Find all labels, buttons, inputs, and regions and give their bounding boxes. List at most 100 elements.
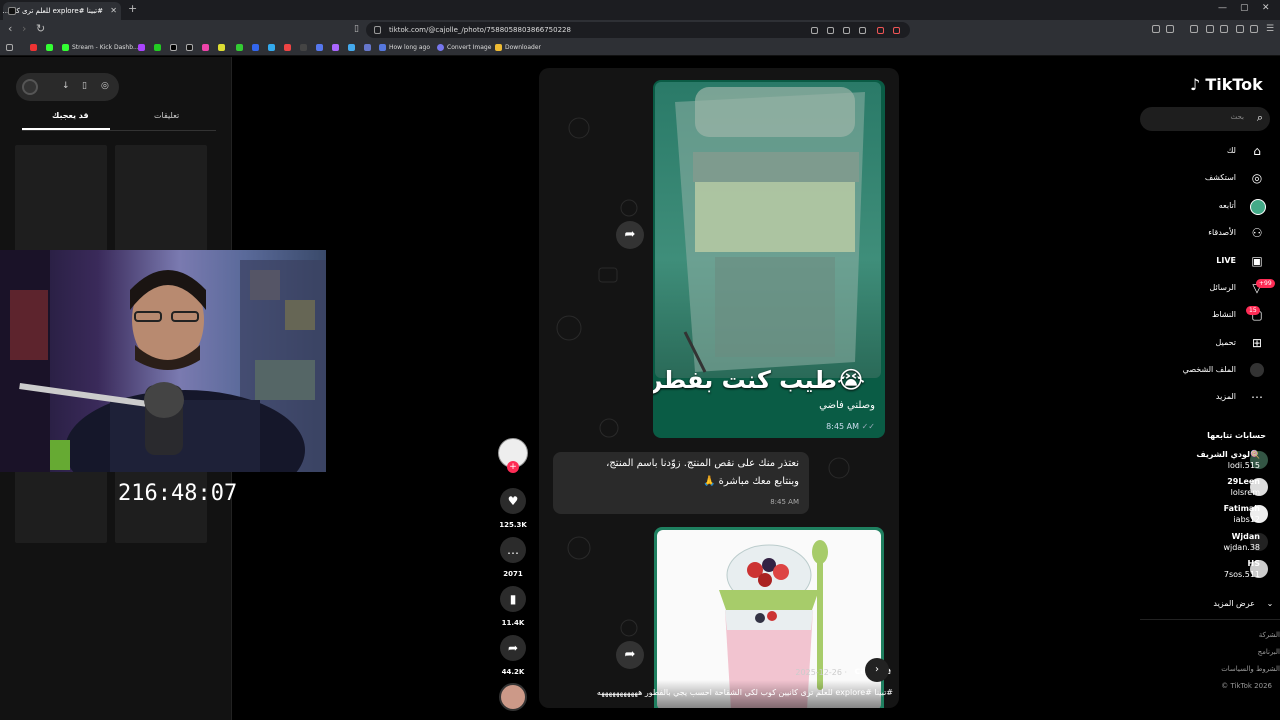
cast-icon[interactable] <box>843 27 850 34</box>
new-tab-icon[interactable]: + <box>128 2 137 15</box>
vpn-icon[interactable] <box>1250 25 1258 33</box>
follow-plus-icon[interactable]: + <box>507 461 519 473</box>
nav-live[interactable]: LIVE <box>1216 256 1236 265</box>
cup-image <box>675 87 865 373</box>
comment-button[interactable]: … 2071 <box>497 537 529 578</box>
close-tab-icon[interactable]: ✕ <box>110 2 117 20</box>
compass-icon[interactable]: ◎ <box>101 81 109 91</box>
bookmark-favicon-icon[interactable] <box>268 44 275 51</box>
forward-icon[interactable]: › <box>22 22 26 35</box>
bookmark-favicon-icon[interactable] <box>364 44 371 51</box>
bookmark-icon[interactable]: ▯ <box>354 24 359 34</box>
wallet-icon[interactable] <box>1220 25 1228 33</box>
bookmark-favicon-icon[interactable] <box>348 44 355 51</box>
address-bar[interactable]: tiktok.com/@cajolle_/photo/7588058803866… <box>366 22 910 38</box>
following-item[interactable]: HS 7sos.511 <box>1180 558 1260 580</box>
following-item[interactable]: لودي الشريف🍭 lodi.515 <box>1180 449 1260 471</box>
tab-you-may-like[interactable]: قد يعجبك <box>52 111 89 120</box>
nav-for-you[interactable]: لك <box>1227 146 1236 155</box>
save-count: 11.4K <box>501 619 525 627</box>
avatar[interactable] <box>22 79 38 95</box>
minimize-icon[interactable]: — <box>1218 3 1227 13</box>
snapchat-icon[interactable] <box>218 44 225 51</box>
expand-caption-icon[interactable]: › <box>865 658 889 682</box>
footer-program[interactable]: البرنامج <box>1258 648 1280 656</box>
bookmark-favicon-icon[interactable] <box>46 44 53 51</box>
photo-post[interactable]: طيب كنت بفطر😭 وصلني فاضي 8:45 AM ✓✓ ➦ نع… <box>539 68 899 708</box>
phone-icon[interactable]: ▯ <box>82 81 87 91</box>
search-box[interactable]: بحث ⌕ <box>1140 107 1270 131</box>
bookmark-how-long-ago[interactable]: How long ago <box>389 43 430 53</box>
messages-badge: +99 <box>1256 279 1275 288</box>
nav-messages[interactable]: الرسائل <box>1210 283 1237 292</box>
tiktok-icon[interactable] <box>186 44 193 51</box>
sound-avatar[interactable] <box>497 683 529 711</box>
nav-following[interactable]: أتابعه <box>1219 201 1236 210</box>
tab-comments[interactable]: تعليقات <box>154 111 179 120</box>
sidebar-toggle-icon[interactable] <box>1206 25 1214 33</box>
nav-upload[interactable]: تحميل <box>1216 338 1237 347</box>
browser-tab[interactable]: #تبينا #explore للعلم ترى كان... ✕ <box>3 2 121 20</box>
share-icon[interactable] <box>859 27 866 34</box>
forward-icon[interactable]: ➦ <box>616 641 644 669</box>
like-button[interactable]: ♥ 125.3K <box>497 488 529 529</box>
nav-friends[interactable]: الأصدقاء <box>1208 228 1236 237</box>
bookmark-convert-image[interactable]: Convert Image <box>447 43 491 53</box>
comment-icon: … <box>500 537 526 563</box>
bookmark-favicon-icon[interactable] <box>332 44 339 51</box>
nav-activity[interactable]: النشاط <box>1212 310 1236 319</box>
brave-shield-icon[interactable] <box>877 27 884 34</box>
download-icon[interactable]: ↓ <box>62 81 70 91</box>
bookmark-favicon-icon[interactable] <box>284 44 291 51</box>
ai-icon[interactable] <box>1236 25 1244 33</box>
zoom-icon[interactable] <box>827 27 834 34</box>
maximize-icon[interactable]: ▢ <box>1240 3 1249 13</box>
apps-icon[interactable] <box>6 44 13 51</box>
music-disc-icon[interactable] <box>499 683 527 711</box>
close-window-icon[interactable]: ✕ <box>1262 3 1270 13</box>
product-photo[interactable] <box>655 82 881 378</box>
see-more-button[interactable]: عرض المزيد ⌄ <box>1190 591 1280 608</box>
bookmark-favicon-icon[interactable] <box>316 44 323 51</box>
following-item[interactable]: Fatimah iabs12 <box>1180 503 1260 525</box>
bookmark-favicon-icon[interactable] <box>236 44 243 51</box>
product-listing-photo[interactable] <box>657 530 881 708</box>
browser-tab-bar: #تبينا #explore للعلم ترى كان... ✕ + — ▢… <box>0 0 1280 20</box>
bookmark-favicon-icon[interactable] <box>252 44 259 51</box>
back-icon[interactable]: ‹ <box>8 22 12 35</box>
rewards-icon[interactable] <box>893 27 900 34</box>
chat-bubble-sent: طيب كنت بفطر😭 وصلني فاضي 8:45 AM ✓✓ <box>653 80 885 438</box>
tiktok-logo[interactable]: ♪ TikTok <box>1190 75 1263 94</box>
nav-explore[interactable]: استكشف <box>1205 173 1236 182</box>
following-item[interactable]: Wjdan wjdan.38 <box>1180 531 1260 553</box>
twitch-icon[interactable] <box>138 44 145 51</box>
footer-company[interactable]: الشركة <box>1259 631 1280 639</box>
menu-icon[interactable]: ☰ <box>1266 24 1274 34</box>
site-info-icon[interactable] <box>374 26 381 34</box>
whatsapp-icon[interactable] <box>154 44 161 51</box>
bookmark-favicon-icon[interactable] <box>300 44 307 51</box>
following-item[interactable]: 29Leen lolsrem <box>1180 476 1260 498</box>
bookmark-downloader[interactable]: Downloader <box>505 43 541 53</box>
x-icon[interactable] <box>170 44 177 51</box>
reload-icon[interactable]: ↻ <box>36 22 45 35</box>
instagram-icon[interactable] <box>202 44 209 51</box>
save-button[interactable]: ▮ 11.4K <box>497 586 529 627</box>
creator-avatar[interactable]: + <box>497 438 529 473</box>
webcam-overlay <box>0 250 326 472</box>
tiktok-sidebar: ♪ TikTok بحث ⌕ ⌂ لك ◎ استكشف أتابعه ⚇ ال… <box>1130 57 1280 720</box>
footer-terms[interactable]: الشروط والسياسات <box>1221 665 1280 673</box>
translate-icon[interactable] <box>811 27 818 34</box>
extension-icon[interactable] <box>1152 25 1160 33</box>
media-icon[interactable] <box>1190 25 1198 33</box>
bubble2-timestamp: 8:45 AM <box>770 498 799 506</box>
nav-profile[interactable]: الملف الشخصي <box>1183 365 1236 374</box>
nav-more[interactable]: المزيد <box>1216 392 1236 401</box>
extension-icon[interactable] <box>1166 25 1174 33</box>
share-button[interactable]: ➦ 44.2K <box>497 635 529 676</box>
bubble2-line2: وبنتابع معك مباشرة 🙏 <box>703 476 799 487</box>
bookmark-kick[interactable]: Stream - Kick Dashb... <box>72 43 139 53</box>
search-icon[interactable]: ⌕ <box>1257 111 1263 125</box>
bookmark-favicon-icon[interactable] <box>30 44 37 51</box>
forward-icon[interactable]: ➦ <box>616 221 644 249</box>
